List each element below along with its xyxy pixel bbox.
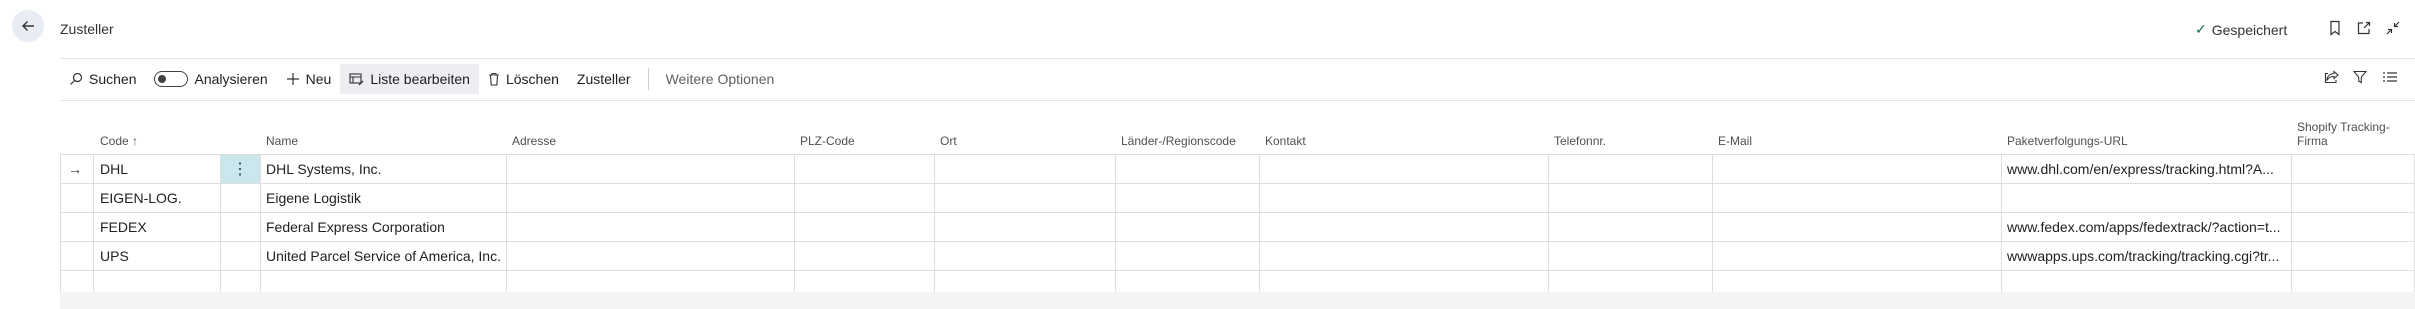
grid-column-line: [1548, 154, 1549, 299]
grid-frame: [60, 154, 2415, 298]
column-header-zip[interactable]: PLZ-Code: [800, 134, 855, 148]
grid-column-line: [220, 154, 221, 299]
column-header-email[interactable]: E-Mail: [1718, 134, 1752, 148]
back-arrow-icon: [22, 21, 34, 31]
edit-list-icon: [349, 73, 364, 86]
saved-status: ✓ Gespeichert: [2195, 21, 2287, 38]
grid-column-line: [93, 154, 94, 299]
action-bar: Suchen Analysieren Neu Liste bearbeiten …: [60, 64, 783, 94]
edit-list-label: Liste bearbeiten: [370, 71, 470, 87]
edit-list-button[interactable]: Liste bearbeiten: [340, 64, 479, 94]
more-options-label: Weitere Optionen: [665, 71, 775, 87]
grid-column-line: [794, 154, 795, 299]
check-icon: ✓: [2195, 21, 2207, 37]
grid-column-line: [934, 154, 935, 299]
column-header-country[interactable]: Länder-/Regionscode: [1121, 134, 1236, 148]
column-header-city[interactable]: Ort: [940, 134, 957, 148]
column-header-label: Code: [100, 134, 129, 148]
page-title: Zusteller: [60, 21, 114, 37]
plus-icon: [286, 73, 299, 85]
grid-column-line: [2001, 154, 2002, 299]
share-icon[interactable]: [2322, 67, 2342, 87]
search-icon: [70, 72, 83, 85]
carrier-list: Code ↑ Name Adresse PLZ-Code Ort Länder-…: [60, 112, 2415, 300]
grid-column-line: [260, 154, 261, 299]
header-divider: [60, 58, 2415, 59]
search-label: Suchen: [89, 71, 137, 87]
column-header-label-line1: Shopify Tracking-: [2297, 120, 2390, 134]
carrier-label: Zusteller: [576, 71, 631, 87]
search-button[interactable]: Suchen: [60, 64, 145, 94]
new-button[interactable]: Neu: [277, 64, 341, 94]
list-footer: [60, 292, 2415, 309]
new-label: Neu: [305, 71, 332, 87]
grid-column-line: [506, 154, 507, 299]
saved-label: Gespeichert: [2211, 21, 2288, 38]
toggle-switch[interactable]: [154, 71, 189, 87]
analyze-toggle[interactable]: Analysieren: [145, 64, 276, 94]
delete-button[interactable]: Löschen: [479, 64, 568, 94]
list-icon[interactable]: [2380, 67, 2400, 87]
bookmark-icon[interactable]: [2326, 19, 2344, 37]
column-header-name[interactable]: Name: [266, 134, 298, 148]
filter-icon[interactable]: [2350, 67, 2370, 87]
delete-label: Löschen: [505, 71, 559, 87]
analyze-label: Analysieren: [194, 71, 268, 87]
grid-column-line: [2291, 154, 2292, 299]
sort-ascending-icon: ↑: [132, 134, 139, 148]
back-button[interactable]: [12, 10, 44, 42]
column-header-tracking-url[interactable]: Paketverfolgungs-URL: [2007, 134, 2128, 148]
grid-column-line: [1259, 154, 1260, 299]
more-options-button[interactable]: Weitere Optionen: [657, 64, 784, 94]
column-header-row: Code ↑ Name Adresse PLZ-Code Ort Länder-…: [60, 112, 2414, 154]
trash-icon: [488, 72, 499, 86]
open-in-new-window-icon[interactable]: [2355, 19, 2373, 37]
column-header-phone[interactable]: Telefonnr.: [1554, 134, 1606, 148]
collapse-icon[interactable]: [2384, 19, 2402, 37]
column-header-code[interactable]: Code ↑: [100, 134, 138, 148]
action-separator: [647, 68, 649, 90]
grid-column-line: [1712, 154, 1713, 299]
column-header-address[interactable]: Adresse: [512, 134, 556, 148]
column-header-shopify-tracking[interactable]: Shopify Tracking- Firma: [2297, 120, 2390, 148]
column-header-contact[interactable]: Kontakt: [1265, 134, 1306, 148]
carrier-menu-button[interactable]: Zusteller: [568, 64, 640, 94]
grid-column-line: [1115, 154, 1116, 299]
actionbar-divider: [60, 100, 2415, 101]
column-header-label-line2: Firma: [2297, 134, 2328, 148]
